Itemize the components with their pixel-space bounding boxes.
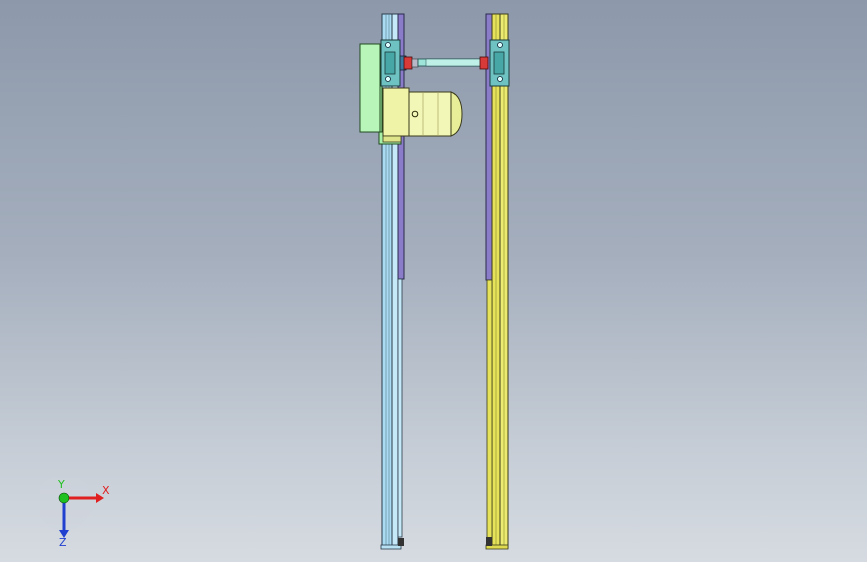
triad-halo	[40, 478, 92, 530]
z-axis-label: Z	[59, 536, 67, 548]
gear-motor[interactable]	[382, 87, 463, 143]
drive-shaft[interactable]	[403, 56, 489, 70]
left-coupling	[403, 56, 413, 70]
x-axis-label: X	[102, 484, 110, 497]
right-foot	[486, 537, 492, 546]
y-axis-label: Y	[57, 478, 65, 491]
assembly-model[interactable]	[0, 0, 867, 562]
cad-viewport[interactable]: X Y Z	[0, 0, 867, 562]
axis-triad[interactable]: X Y Z	[40, 478, 120, 548]
right-frame[interactable]	[485, 13, 509, 550]
right-bearing-block[interactable]	[489, 39, 510, 87]
y-axis-dot	[58, 492, 70, 504]
right-coupling	[479, 56, 489, 70]
left-foot	[398, 538, 404, 546]
